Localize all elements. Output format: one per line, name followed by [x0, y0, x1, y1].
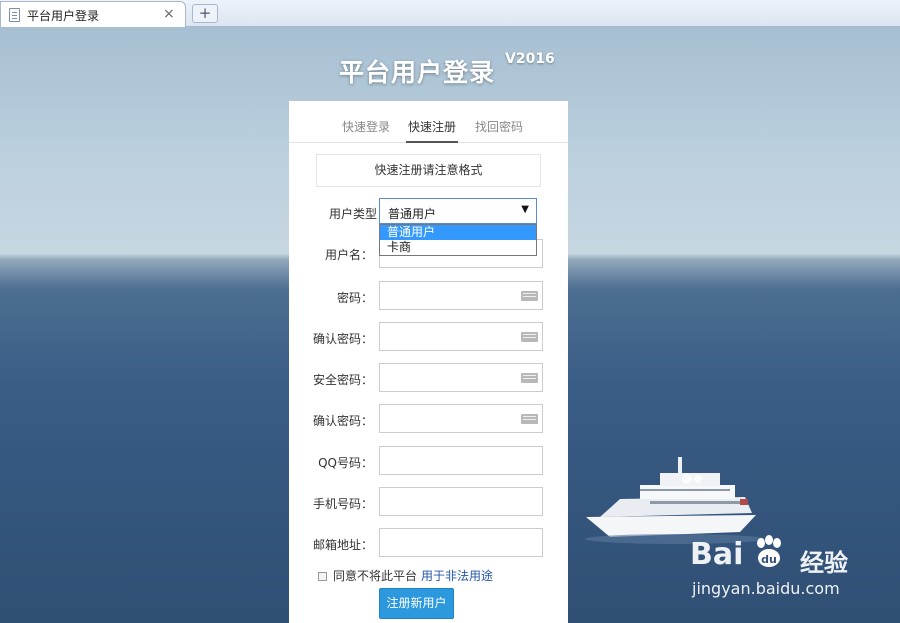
agreement-row: 同意不将此平台 用于非法用途 — [318, 567, 493, 584]
watermark-brand-left: Bai — [690, 537, 744, 572]
confirm-security-password-label: 确认密码： — [312, 414, 373, 428]
close-tab-icon[interactable]: × — [163, 6, 175, 22]
browser-tab[interactable]: 平台用户登录 × — [0, 1, 186, 27]
qq-input[interactable] — [379, 446, 543, 475]
phone-input[interactable] — [379, 487, 543, 516]
confirm-security-password-input[interactable] — [379, 404, 543, 433]
baidu-jingyan-watermark: Bai du 经验 jingyan.baidu.com — [690, 535, 890, 605]
form-tabs: 快速登录 快速注册 找回密码 — [289, 101, 568, 143]
browser-tab-title: 平台用户登录 — [27, 9, 100, 23]
new-tab-button[interactable]: + — [192, 4, 218, 23]
user-type-select[interactable]: 普通用户 ▼ — [379, 198, 537, 224]
register-button[interactable]: 注册新用户 — [379, 588, 454, 619]
chevron-down-icon: ▼ — [521, 204, 529, 215]
option-regular-user[interactable]: 普通用户 — [380, 225, 536, 240]
format-notice: 快速注册请注意格式 — [316, 154, 541, 187]
confirm-password-label: 确认密码： — [312, 332, 373, 346]
confirm-password-input[interactable] — [379, 322, 543, 351]
user-type-dropdown: 普通用户 卡商 — [379, 224, 537, 256]
active-tab-indicator — [406, 141, 458, 143]
email-label: 邮箱地址： — [312, 538, 373, 552]
keyboard-icon[interactable] — [521, 291, 538, 301]
tab-quick-login[interactable]: 快速登录 — [342, 118, 390, 135]
keyboard-icon[interactable] — [521, 332, 538, 342]
password-label: 密码： — [336, 291, 373, 305]
browser-tab-bar: 平台用户登录 × + — [0, 0, 900, 27]
watermark-brand-cn: 经验 — [800, 549, 848, 577]
security-password-input[interactable] — [379, 363, 543, 392]
page-title: 平台用户登录 — [339, 58, 496, 87]
email-input[interactable] — [379, 528, 543, 557]
password-input[interactable] — [379, 281, 543, 310]
user-type-label: 用户类型 — [328, 207, 377, 221]
qq-label: QQ号码： — [318, 456, 373, 470]
tab-quick-register[interactable]: 快速注册 — [408, 118, 456, 135]
agree-checkbox[interactable] — [318, 572, 327, 581]
watermark-url: jingyan.baidu.com — [692, 579, 840, 598]
phone-label: 手机号码： — [312, 497, 373, 511]
security-password-label: 安全密码： — [312, 373, 373, 387]
agreement-text: 同意不将此平台 — [333, 569, 418, 583]
agreement-link[interactable]: 用于非法用途 — [421, 569, 493, 583]
keyboard-icon[interactable] — [521, 373, 538, 383]
version-label: V2016 — [505, 51, 555, 67]
page-icon — [9, 8, 20, 22]
yacht-image — [585, 457, 765, 544]
svg-text:du: du — [761, 553, 777, 566]
registration-panel: 快速登录 快速注册 找回密码 快速注册请注意格式 用户类型 普通用户 ▼ 普通用… — [289, 101, 568, 623]
username-label: 用户名： — [324, 248, 373, 262]
keyboard-icon[interactable] — [521, 414, 538, 424]
paw-icon: du — [757, 535, 781, 567]
tab-recover-password[interactable]: 找回密码 — [475, 118, 523, 135]
option-card-merchant[interactable]: 卡商 — [380, 240, 536, 255]
user-type-selected-value: 普通用户 — [388, 207, 437, 221]
